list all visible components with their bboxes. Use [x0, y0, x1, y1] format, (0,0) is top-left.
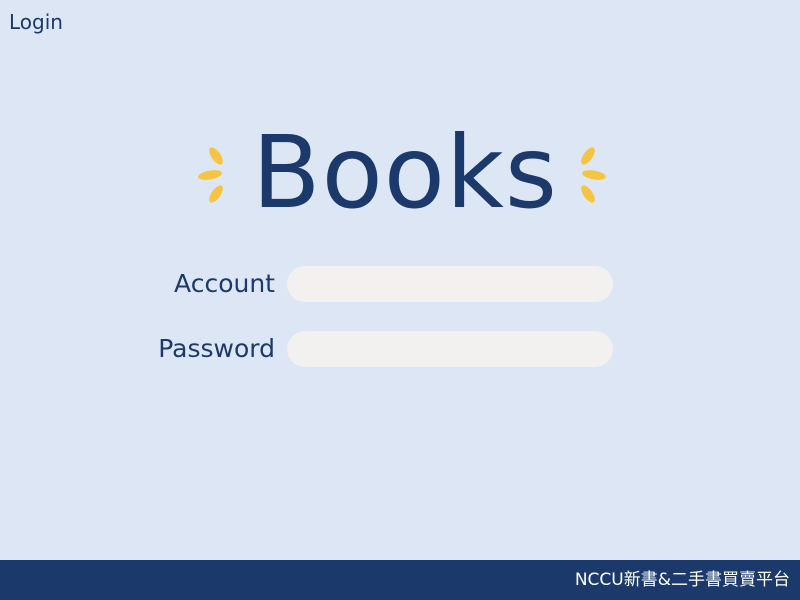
footer-bar: NCCU新書&二手書買賣平台 [0, 560, 800, 600]
logo-title: Books [252, 114, 558, 231]
sparkle-left-icon [198, 147, 223, 203]
password-input[interactable] [287, 331, 613, 367]
account-label: Account [174, 269, 275, 298]
account-row: Account [140, 266, 620, 302]
password-label: Password [158, 334, 275, 363]
footer-text: NCCU新書&二手書買賣平台 [574, 570, 790, 590]
books-logo: Books [192, 118, 612, 228]
sparkle-right-icon [581, 147, 606, 203]
page-title: Login [9, 10, 63, 34]
password-row: Password [140, 331, 620, 367]
account-input[interactable] [287, 266, 613, 302]
